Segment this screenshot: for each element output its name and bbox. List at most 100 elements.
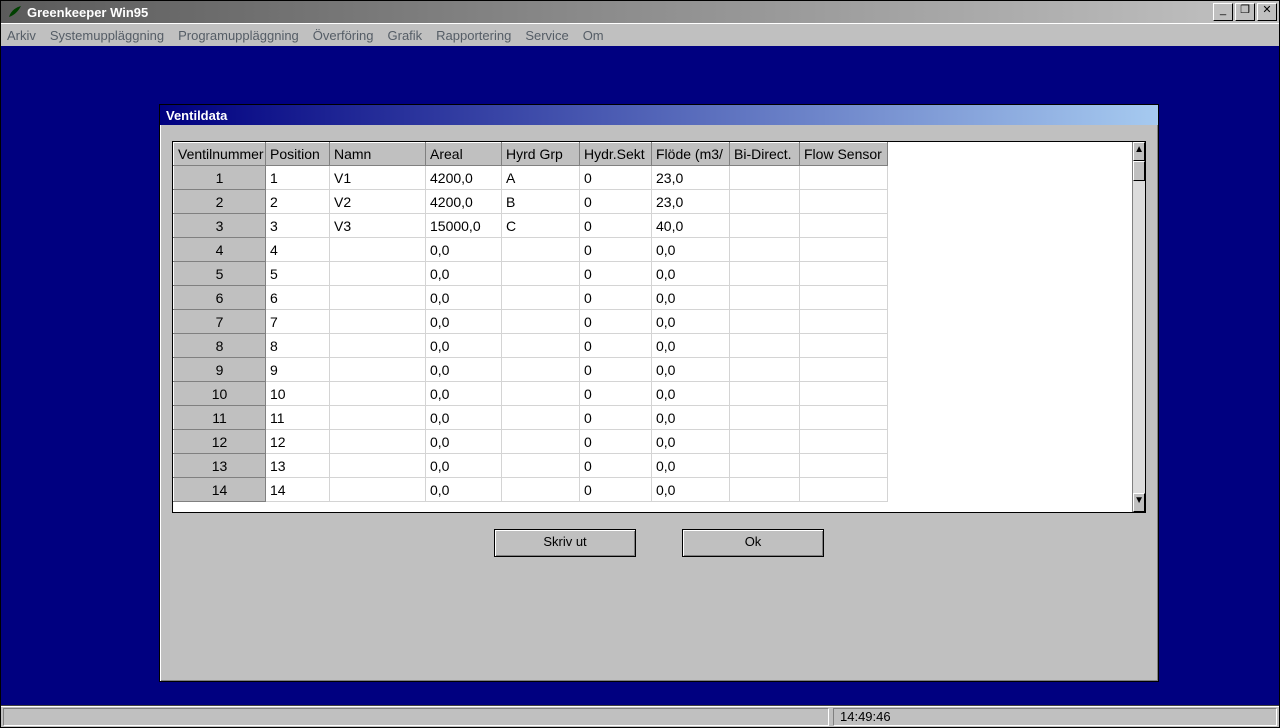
cell-hydrsekt[interactable]: 0	[580, 478, 652, 502]
scroll-thumb[interactable]	[1133, 161, 1145, 181]
cell-flode[interactable]: 0,0	[652, 238, 730, 262]
col-hydrsekt[interactable]: Hydr.Sekt	[580, 143, 652, 166]
cell-bidirect[interactable]	[730, 286, 800, 310]
cell-namn[interactable]: V2	[330, 190, 426, 214]
cell-ventilnummer[interactable]: 14	[174, 478, 266, 502]
cell-flowsensor[interactable]	[800, 286, 888, 310]
table-row[interactable]: 660,000,0	[174, 286, 1132, 310]
cell-hyrdgrp[interactable]: A	[502, 166, 580, 190]
cell-hydrsekt[interactable]: 0	[580, 454, 652, 478]
cell-flowsensor[interactable]	[800, 238, 888, 262]
cell-ventilnummer[interactable]: 13	[174, 454, 266, 478]
cell-bidirect[interactable]	[730, 454, 800, 478]
cell-namn[interactable]	[330, 454, 426, 478]
cell-ventilnummer[interactable]: 2	[174, 190, 266, 214]
scroll-up-icon[interactable]: ▲	[1133, 142, 1145, 161]
cell-flode[interactable]: 0,0	[652, 334, 730, 358]
minimize-button[interactable]: _	[1213, 3, 1233, 21]
cell-hyrdgrp[interactable]	[502, 358, 580, 382]
cell-flowsensor[interactable]	[800, 214, 888, 238]
menu-arkiv[interactable]: Arkiv	[7, 28, 36, 43]
cell-hydrsekt[interactable]: 0	[580, 190, 652, 214]
cell-ventilnummer[interactable]: 11	[174, 406, 266, 430]
col-flowsensor[interactable]: Flow Sensor	[800, 143, 888, 166]
cell-namn[interactable]	[330, 430, 426, 454]
cell-flowsensor[interactable]	[800, 478, 888, 502]
table-row[interactable]: 33V315000,0C040,0	[174, 214, 1132, 238]
cell-flode[interactable]: 0,0	[652, 454, 730, 478]
cell-ventilnummer[interactable]: 7	[174, 310, 266, 334]
cell-bidirect[interactable]	[730, 166, 800, 190]
cell-position[interactable]: 2	[266, 190, 330, 214]
cell-ventilnummer[interactable]: 9	[174, 358, 266, 382]
ventildata-grid[interactable]: Ventilnummer Position Namn Areal Hyrd Gr…	[173, 142, 1132, 502]
cell-flowsensor[interactable]	[800, 454, 888, 478]
cell-hydrsekt[interactable]: 0	[580, 406, 652, 430]
cell-hyrdgrp[interactable]	[502, 406, 580, 430]
cell-areal[interactable]: 4200,0	[426, 190, 502, 214]
menu-grafik[interactable]: Grafik	[388, 28, 423, 43]
table-row[interactable]: 12120,000,0	[174, 430, 1132, 454]
cell-bidirect[interactable]	[730, 190, 800, 214]
cell-flode[interactable]: 0,0	[652, 478, 730, 502]
cell-flode[interactable]: 0,0	[652, 286, 730, 310]
cell-areal[interactable]: 0,0	[426, 310, 502, 334]
cell-position[interactable]: 9	[266, 358, 330, 382]
cell-flowsensor[interactable]	[800, 166, 888, 190]
table-row[interactable]: 11V14200,0A023,0	[174, 166, 1132, 190]
cell-flowsensor[interactable]	[800, 334, 888, 358]
cell-hyrdgrp[interactable]	[502, 334, 580, 358]
cell-hydrsekt[interactable]: 0	[580, 262, 652, 286]
table-row[interactable]: 550,000,0	[174, 262, 1132, 286]
cell-namn[interactable]	[330, 262, 426, 286]
cell-flode[interactable]: 0,0	[652, 406, 730, 430]
cell-ventilnummer[interactable]: 12	[174, 430, 266, 454]
menu-service[interactable]: Service	[525, 28, 568, 43]
cell-position[interactable]: 10	[266, 382, 330, 406]
cell-hyrdgrp[interactable]	[502, 310, 580, 334]
cell-hyrdgrp[interactable]	[502, 454, 580, 478]
cell-areal[interactable]: 0,0	[426, 286, 502, 310]
col-bidirect[interactable]: Bi-Direct.	[730, 143, 800, 166]
cell-namn[interactable]: V1	[330, 166, 426, 190]
cell-hyrdgrp[interactable]	[502, 430, 580, 454]
cell-flode[interactable]: 0,0	[652, 310, 730, 334]
cell-ventilnummer[interactable]: 5	[174, 262, 266, 286]
cell-bidirect[interactable]	[730, 406, 800, 430]
cell-hyrdgrp[interactable]	[502, 382, 580, 406]
cell-flowsensor[interactable]	[800, 190, 888, 214]
cell-flowsensor[interactable]	[800, 382, 888, 406]
cell-namn[interactable]	[330, 286, 426, 310]
cell-hydrsekt[interactable]: 0	[580, 382, 652, 406]
cell-namn[interactable]	[330, 358, 426, 382]
table-row[interactable]: 14140,000,0	[174, 478, 1132, 502]
cell-areal[interactable]: 0,0	[426, 238, 502, 262]
cell-position[interactable]: 14	[266, 478, 330, 502]
cell-position[interactable]: 1	[266, 166, 330, 190]
cell-flowsensor[interactable]	[800, 406, 888, 430]
cell-namn[interactable]	[330, 238, 426, 262]
cell-flowsensor[interactable]	[800, 310, 888, 334]
col-ventilnummer[interactable]: Ventilnummer	[174, 143, 266, 166]
cell-ventilnummer[interactable]: 4	[174, 238, 266, 262]
col-hyrdgrp[interactable]: Hyrd Grp	[502, 143, 580, 166]
cell-hyrdgrp[interactable]: C	[502, 214, 580, 238]
cell-hydrsekt[interactable]: 0	[580, 286, 652, 310]
cell-areal[interactable]: 0,0	[426, 382, 502, 406]
cell-bidirect[interactable]	[730, 358, 800, 382]
cell-hydrsekt[interactable]: 0	[580, 214, 652, 238]
cell-flode[interactable]: 23,0	[652, 190, 730, 214]
cell-position[interactable]: 4	[266, 238, 330, 262]
menu-rapport[interactable]: Rapportering	[436, 28, 511, 43]
menu-system[interactable]: Systemuppläggning	[50, 28, 164, 43]
cell-areal[interactable]: 0,0	[426, 334, 502, 358]
ok-button[interactable]: Ok	[682, 529, 824, 557]
table-row[interactable]: 770,000,0	[174, 310, 1132, 334]
cell-hyrdgrp[interactable]	[502, 238, 580, 262]
cell-bidirect[interactable]	[730, 334, 800, 358]
cell-flode[interactable]: 0,0	[652, 262, 730, 286]
cell-bidirect[interactable]	[730, 214, 800, 238]
table-row[interactable]: 13130,000,0	[174, 454, 1132, 478]
scroll-track[interactable]	[1133, 161, 1145, 493]
cell-position[interactable]: 11	[266, 406, 330, 430]
